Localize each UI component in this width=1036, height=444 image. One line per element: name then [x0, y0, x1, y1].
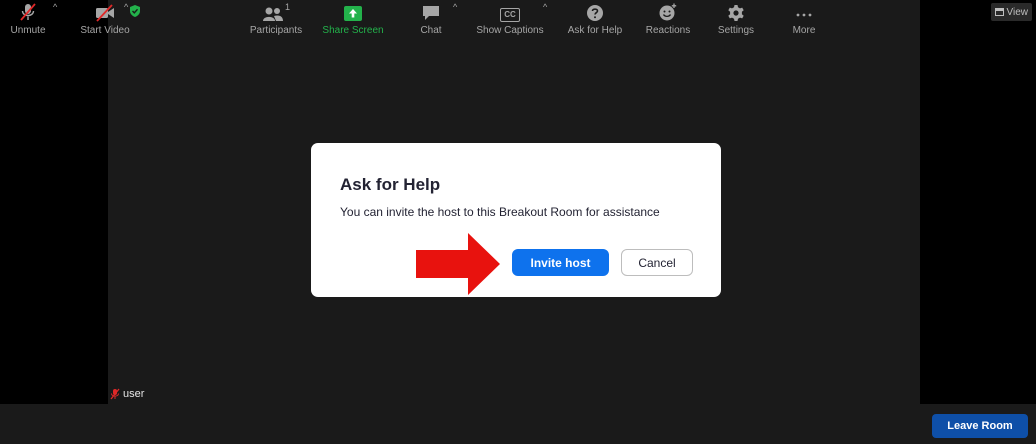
- ask-for-help-button[interactable]: Ask for Help: [563, 0, 627, 40]
- more-label: More: [792, 25, 816, 36]
- unmute-label: Unmute: [10, 25, 46, 36]
- participants-button[interactable]: 1 Participants: [245, 0, 307, 40]
- reactions-button[interactable]: Reactions: [642, 0, 694, 40]
- participants-label: Participants: [249, 25, 303, 36]
- participants-count: 1: [284, 2, 290, 12]
- start-video-label: Start Video: [80, 25, 130, 36]
- show-captions-label: Show Captions: [476, 25, 544, 36]
- audio-options-chevron-icon[interactable]: ^: [53, 2, 57, 12]
- reactions-smiley-icon: [659, 3, 677, 21]
- leave-room-button[interactable]: Leave Room: [932, 414, 1028, 438]
- share-screen-label: Share Screen: [322, 25, 384, 36]
- share-screen-button[interactable]: Share Screen: [320, 0, 386, 40]
- participants-icon: [262, 7, 283, 21]
- show-captions-button[interactable]: CC Show Captions: [472, 0, 548, 40]
- captions-options-chevron-icon[interactable]: ^: [543, 2, 547, 12]
- invite-host-button[interactable]: Invite host: [512, 249, 609, 276]
- dialog-message: You can invite the host to this Breakout…: [340, 205, 660, 219]
- help-question-icon: [587, 5, 603, 21]
- reactions-label: Reactions: [645, 25, 691, 36]
- chat-icon: [423, 6, 439, 20]
- meeting-window: View user Ask for Help You can invite th…: [0, 0, 1036, 444]
- muted-mic-icon: [110, 388, 120, 400]
- meeting-toolbar: [0, 404, 1036, 444]
- settings-button[interactable]: Settings: [714, 0, 758, 40]
- muted-mic-icon: [20, 3, 36, 21]
- captions-icon: CC: [500, 8, 520, 22]
- video-options-chevron-icon[interactable]: ^: [124, 2, 128, 12]
- chat-label: Chat: [420, 25, 442, 36]
- more-button[interactable]: More: [784, 0, 824, 40]
- more-dots-icon: [796, 13, 812, 17]
- ask-for-help-dialog: Ask for Help You can invite the host to …: [311, 143, 721, 297]
- settings-label: Settings: [717, 25, 755, 36]
- ask-for-help-label: Ask for Help: [567, 25, 623, 36]
- dialog-title: Ask for Help: [340, 175, 441, 194]
- annotation-arrow-icon: [416, 233, 500, 295]
- participant-name-tag: user: [110, 387, 144, 401]
- view-button[interactable]: View: [990, 3, 1032, 21]
- participant-name: user: [123, 388, 145, 400]
- view-label: View: [1006, 6, 1029, 18]
- gear-icon: [728, 5, 744, 21]
- chat-options-chevron-icon[interactable]: ^: [453, 2, 457, 12]
- share-screen-icon: [344, 6, 362, 21]
- video-off-icon: [96, 4, 114, 22]
- cancel-button[interactable]: Cancel: [621, 249, 693, 276]
- view-grid-icon: [994, 8, 1004, 16]
- unmute-button[interactable]: Unmute: [6, 0, 50, 40]
- chat-button[interactable]: Chat: [411, 0, 451, 40]
